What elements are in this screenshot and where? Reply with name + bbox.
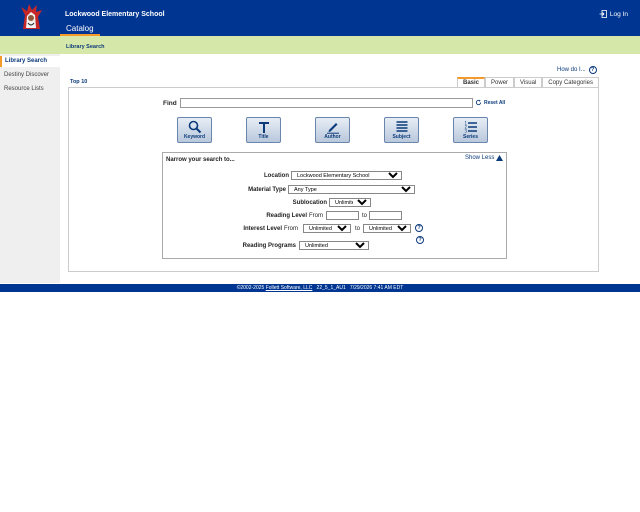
subject-search-button[interactable]: Subject bbox=[384, 117, 419, 143]
title-t-icon bbox=[258, 122, 269, 133]
title-label: Title bbox=[258, 134, 269, 140]
search-tabs: Basic Power Visual Copy Categories bbox=[457, 77, 599, 87]
login-link[interactable]: Log In bbox=[599, 10, 628, 18]
reset-all-label: Reset All bbox=[484, 99, 506, 106]
top10-link[interactable]: Top 10 bbox=[70, 79, 87, 85]
reading-from-label: From bbox=[309, 213, 323, 219]
reading-to-label: to bbox=[362, 213, 368, 219]
pen-icon bbox=[326, 123, 339, 134]
show-less-label: Show Less bbox=[465, 155, 495, 161]
svg-text:3: 3 bbox=[464, 129, 467, 134]
tab-basic[interactable]: Basic bbox=[457, 77, 486, 87]
subnav-bar: Library Search bbox=[0, 36, 640, 54]
material-type-label: Material Type bbox=[248, 187, 286, 193]
refresh-icon bbox=[475, 99, 482, 106]
lines-icon bbox=[396, 121, 407, 132]
series-label: Series bbox=[462, 134, 478, 140]
how-do-i-link[interactable]: How do I... ? bbox=[557, 66, 597, 74]
footer-copyright: ©2002-2025 bbox=[236, 285, 265, 291]
header-bar: Lockwood Elementary School Catalog Log I… bbox=[0, 0, 640, 36]
how-do-i-label: How do I... bbox=[557, 67, 586, 73]
find-input[interactable] bbox=[180, 98, 473, 108]
reading-level-from-input[interactable] bbox=[326, 211, 359, 220]
footer-datetime: 7/29/2026 7:41 AM EDT bbox=[349, 285, 404, 291]
keyword-label: Keyword bbox=[183, 134, 206, 140]
footer: ©2002-2025 Follett Software, LLC 22_5_1_… bbox=[0, 284, 640, 292]
interest-level-label: Interest Level bbox=[243, 226, 282, 232]
footer-company-link[interactable]: Follett Software, LLC bbox=[266, 285, 313, 291]
school-mascot-logo bbox=[17, 1, 45, 31]
sidebar: Library Search Destiny Discover Resource… bbox=[0, 54, 60, 283]
show-less-link[interactable]: Show Less bbox=[465, 155, 504, 161]
app-root: Lockwood Elementary School Catalog Log I… bbox=[0, 0, 640, 512]
location-label: Location bbox=[264, 173, 289, 179]
narrow-search-title: Narrow your search to... bbox=[166, 157, 235, 163]
series-search-button[interactable]: 1 2 3 Series bbox=[453, 117, 488, 143]
location-select[interactable]: Lockwood Elementary School bbox=[291, 171, 402, 180]
login-icon bbox=[599, 10, 607, 18]
tab-power[interactable]: Power bbox=[485, 77, 515, 87]
triangle-up-icon bbox=[496, 155, 504, 161]
sublocation-label: Sublocation bbox=[292, 200, 327, 206]
author-search-button[interactable]: Author bbox=[315, 117, 350, 143]
keyword-search-button[interactable]: Keyword bbox=[177, 117, 212, 143]
login-label: Log In bbox=[609, 10, 628, 18]
subject-label: Subject bbox=[392, 134, 411, 140]
sidebar-item-library-search[interactable]: Library Search bbox=[0, 56, 60, 67]
sidebar-item-destiny-discover[interactable]: Destiny Discover bbox=[0, 70, 60, 81]
sublocation-select[interactable]: Unlimited bbox=[329, 198, 371, 207]
reading-programs-help-icon[interactable]: ? bbox=[416, 236, 424, 244]
interest-to-label: to bbox=[355, 226, 361, 232]
numbered-list-icon: 1 2 3 bbox=[464, 121, 477, 134]
magnifier-icon bbox=[188, 120, 201, 134]
subnav-title: Library Search bbox=[66, 44, 105, 50]
title-search-button[interactable]: Title bbox=[246, 117, 281, 143]
tab-visual[interactable]: Visual bbox=[514, 77, 543, 87]
sidebar-item-resource-lists[interactable]: Resource Lists bbox=[0, 84, 60, 95]
reading-programs-select[interactable]: Unlimited bbox=[299, 241, 369, 250]
find-label: Find bbox=[163, 100, 177, 107]
help-icon: ? bbox=[588, 66, 597, 74]
tab-copy-categories[interactable]: Copy Categories bbox=[542, 77, 599, 87]
school-name: Lockwood Elementary School bbox=[65, 11, 165, 18]
tab-catalog[interactable]: Catalog bbox=[60, 23, 100, 36]
reading-programs-label: Reading Programs bbox=[242, 243, 296, 249]
interest-level-from-select[interactable]: Unlimited bbox=[303, 224, 351, 233]
interest-help-icon[interactable]: ? bbox=[415, 224, 423, 232]
reading-level-label: Reading Level bbox=[266, 213, 307, 219]
reset-all-button[interactable]: Reset All bbox=[475, 99, 505, 106]
reading-level-to-input[interactable] bbox=[369, 211, 402, 220]
interest-from-label: From bbox=[284, 226, 298, 232]
material-type-select[interactable]: Any Type bbox=[288, 185, 415, 194]
interest-level-to-select[interactable]: Unlimited bbox=[363, 224, 411, 233]
author-label: Author bbox=[324, 134, 341, 140]
footer-version: 22_5_1_AU1 bbox=[316, 285, 346, 291]
